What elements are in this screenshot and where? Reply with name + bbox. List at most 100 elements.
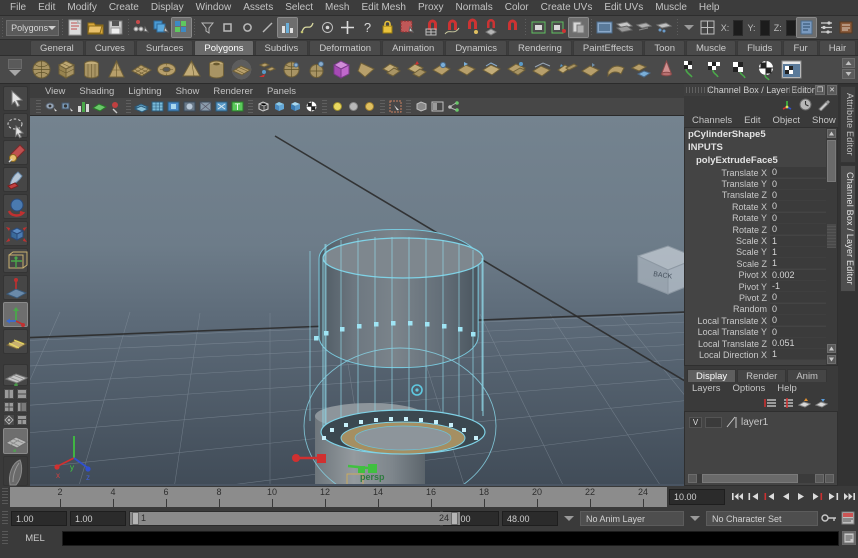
menu-item-help[interactable]: Help — [693, 0, 726, 15]
script-editor-icon[interactable] — [842, 531, 856, 545]
shelf-menu-icon[interactable] — [8, 59, 22, 69]
shelf-tab-fluids[interactable]: Fluids — [737, 40, 782, 55]
bookmark-icon[interactable] — [76, 99, 91, 114]
menu-item-create[interactable]: Create — [103, 0, 145, 15]
shelf-tab-general[interactable]: General — [30, 40, 84, 55]
construction-icon[interactable] — [569, 18, 588, 37]
play-forwards-icon[interactable] — [795, 490, 808, 504]
character-set-dropdown-arrow-icon[interactable] — [690, 516, 700, 521]
shelf-scroll-controls[interactable] — [842, 58, 855, 80]
booleans-icon[interactable] — [430, 58, 453, 81]
saved-layout-thumbnail[interactable] — [3, 456, 28, 486]
menu-item-modify[interactable]: Modify — [61, 0, 102, 15]
checker-b-icon[interactable] — [705, 58, 728, 81]
command-line-grip[interactable] — [2, 531, 8, 546]
render-lock-icon[interactable] — [398, 18, 417, 37]
history-out-icon[interactable] — [549, 18, 568, 37]
menu-item-mesh[interactable]: Mesh — [319, 0, 355, 15]
save-scene-icon[interactable] — [106, 18, 125, 37]
shelf-tab-polygons[interactable]: Polygons — [194, 40, 253, 55]
render-settings-icon[interactable] — [655, 18, 674, 37]
poly-platonic-icon[interactable] — [305, 58, 328, 81]
channel-box-scrollbar[interactable] — [826, 128, 837, 365]
play-backwards-icon[interactable] — [779, 490, 792, 504]
channel-row-scale-x[interactable]: Scale X 1 — [685, 235, 837, 246]
undock-icon[interactable]: ❐ — [815, 85, 825, 95]
scroll-left-arrow-icon-2[interactable] — [815, 474, 824, 483]
scroll-up-arrow-icon[interactable] — [827, 129, 836, 138]
step-back-frame-icon[interactable] — [747, 490, 760, 504]
smooth-shade-icon[interactable] — [134, 99, 149, 114]
channel-menu-edit[interactable]: Edit — [738, 115, 766, 126]
paint-select-tool-button[interactable] — [3, 140, 28, 165]
step-forward-frame-icon[interactable] — [827, 490, 840, 504]
append-icon[interactable] — [580, 58, 603, 81]
lasso-select-tool-button[interactable] — [3, 113, 28, 138]
duplicate-face-icon[interactable] — [630, 58, 653, 81]
channel-row-random[interactable]: Random 0 — [685, 304, 837, 315]
step-forward-key-icon[interactable] — [811, 490, 824, 504]
new-scene-icon[interactable] — [66, 18, 85, 37]
channel-row-scale-y[interactable]: Scale Y 1 — [685, 247, 837, 258]
brush-icon[interactable] — [817, 98, 830, 111]
channel-row-scale-z[interactable]: Scale Z 1 — [685, 258, 837, 269]
layer-menu-layers[interactable]: Layers — [686, 383, 727, 394]
auto-key-icon[interactable] — [821, 511, 837, 525]
magnet-curve-icon[interactable] — [443, 18, 462, 37]
layer-scroll-thumb[interactable] — [702, 474, 798, 483]
select-tool-button[interactable] — [3, 86, 28, 111]
poly-helix-icon[interactable] — [255, 58, 278, 81]
channel-row-local-direction-x[interactable]: Local Direction X 1 — [685, 349, 837, 360]
channel-row-rotate-y[interactable]: Rotate Y 0 — [685, 213, 837, 224]
show-manipulator-tool-button[interactable] — [3, 302, 28, 327]
go-to-start-icon[interactable] — [731, 490, 744, 504]
two-pane-stacked-layout-button[interactable] — [16, 388, 28, 400]
select-by-component-icon[interactable] — [172, 18, 191, 37]
shelf-tab-deformation[interactable]: Deformation — [309, 40, 381, 55]
shelf-scroll-up-button[interactable] — [842, 58, 855, 68]
menu-item-display[interactable]: Display — [145, 0, 190, 15]
poly-cone-icon[interactable] — [105, 58, 128, 81]
magnet-point-icon[interactable] — [463, 18, 482, 37]
soft-modification-tool-button[interactable] — [3, 275, 28, 300]
lighting-icon[interactable] — [182, 99, 197, 114]
panel-split-icon[interactable] — [430, 99, 445, 114]
scroll-down-arrow-icon-a[interactable] — [827, 344, 836, 353]
wedge-icon[interactable] — [605, 58, 628, 81]
shelf-tab-animation[interactable]: Animation — [382, 40, 444, 55]
menu-item-window[interactable]: Window — [190, 0, 238, 15]
universal-manipulator-tool-button[interactable] — [3, 248, 28, 273]
highlight-icon[interactable] — [278, 18, 297, 37]
high-quality-icon[interactable] — [304, 99, 319, 114]
shaded-icon[interactable] — [272, 99, 287, 114]
menu-item-edit-mesh[interactable]: Edit Mesh — [355, 0, 411, 15]
channel-row-pivot-z[interactable]: Pivot Z 0 — [685, 292, 837, 303]
menu-item-normals[interactable]: Normals — [450, 0, 499, 15]
poly-torus-icon[interactable] — [155, 58, 178, 81]
playback-range-slider[interactable]: 1 24 — [129, 511, 440, 526]
camera-attr-icon[interactable] — [60, 99, 75, 114]
menu-item-muscle[interactable]: Muscle — [649, 0, 693, 15]
coordinate-grid-icon[interactable] — [698, 18, 717, 37]
menu-item-color[interactable]: Color — [499, 0, 535, 15]
channel-row-translate-z[interactable]: Translate Z 0 — [685, 190, 837, 201]
command-input[interactable] — [62, 531, 839, 546]
shelf-tab-surfaces[interactable]: Surfaces — [136, 40, 194, 55]
viewport-menu-show[interactable]: Show — [169, 86, 207, 97]
xray-icon[interactable] — [214, 99, 229, 114]
channel-scroll-thumb[interactable] — [827, 140, 836, 182]
xray-box-icon[interactable] — [414, 99, 429, 114]
checker-c-icon[interactable] — [730, 58, 753, 81]
light-scene-icon[interactable] — [362, 99, 377, 114]
image-plane-icon[interactable] — [92, 99, 107, 114]
layer-menu-help[interactable]: Help — [771, 383, 803, 394]
shelf-tab-toon[interactable]: Toon — [644, 40, 685, 55]
filter-icon[interactable] — [198, 18, 217, 37]
channel-row-local-translate-x[interactable]: Local Translate X 0 — [685, 315, 837, 326]
poly-cylinder-icon[interactable] — [80, 58, 103, 81]
new-layer-from-selected-icon[interactable] — [781, 397, 794, 409]
panel-share-icon[interactable] — [446, 99, 461, 114]
coord-x-input[interactable] — [733, 20, 743, 36]
menu-item-proxy[interactable]: Proxy — [412, 0, 450, 15]
range-slider-grip[interactable] — [2, 511, 8, 526]
